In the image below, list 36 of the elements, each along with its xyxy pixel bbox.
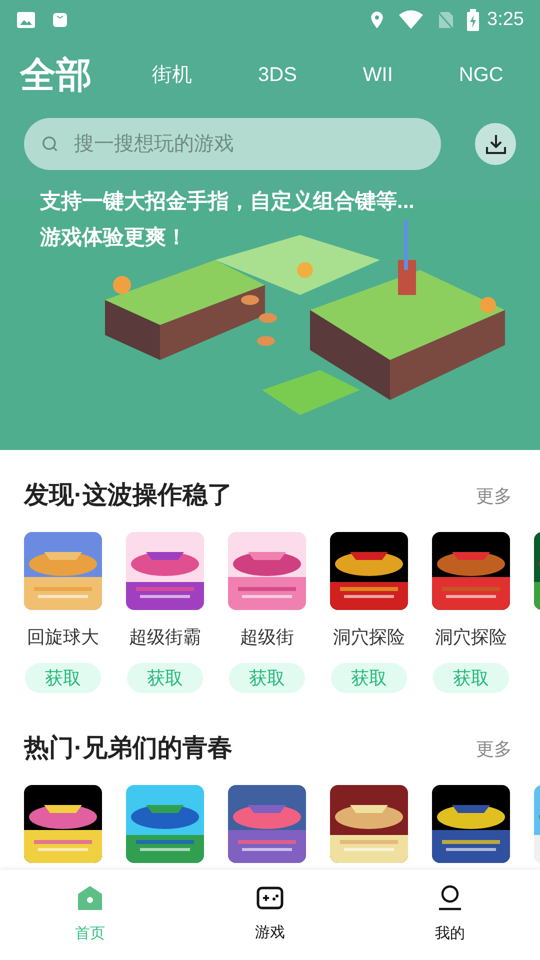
more-link[interactable]: 更多 <box>476 736 516 762</box>
clock: 3:25 <box>487 8 524 32</box>
banner-text: 支持一键大招金手指，自定义组合键等... <box>40 188 416 215</box>
category-tab[interactable]: 3DS <box>254 60 301 90</box>
download-button[interactable] <box>475 123 516 165</box>
get-button[interactable]: 获取 <box>229 663 305 693</box>
gamepad-icon <box>256 886 284 910</box>
category-tab[interactable]: 全部 <box>16 48 96 102</box>
get-button[interactable]: 获取 <box>25 663 101 693</box>
nav-tab[interactable]: 游戏 <box>180 870 360 960</box>
app-icon <box>52 12 68 28</box>
person-icon <box>438 884 462 911</box>
game-title: 洞穴探险 <box>333 626 405 649</box>
section-title: 热门·兄弟们的青春 <box>24 733 232 764</box>
more-link[interactable]: 更多 <box>476 482 516 510</box>
nav-tab[interactable]: 首页 <box>0 870 180 960</box>
search-icon <box>40 134 60 154</box>
download-icon <box>484 132 508 156</box>
search-field[interactable]: 搜一搜想玩的游戏 <box>24 118 442 170</box>
game-title: 超级街霸 <box>129 626 201 649</box>
section-title: 发现·这波操作稳了 <box>24 480 232 512</box>
game-title: 超级街 <box>240 626 294 649</box>
get-button[interactable]: 获取 <box>127 663 203 693</box>
banner-text: 游戏体验更爽！ <box>40 224 188 250</box>
wifi-icon <box>399 10 424 30</box>
home-icon <box>77 884 103 911</box>
battery-charging-icon <box>467 9 480 31</box>
nav-tab[interactable]: 我的 <box>360 870 540 960</box>
category-tab[interactable]: NGC <box>454 60 508 90</box>
get-button[interactable]: 获取 <box>331 663 407 693</box>
game-title: 回旋球大 <box>27 626 99 649</box>
category-tab[interactable]: WII <box>358 60 397 90</box>
category-tab[interactable]: 街机 <box>148 60 196 90</box>
game-title: 洞穴探险 <box>435 626 507 649</box>
image-icon <box>16 10 36 30</box>
get-button[interactable]: 获取 <box>433 663 509 693</box>
